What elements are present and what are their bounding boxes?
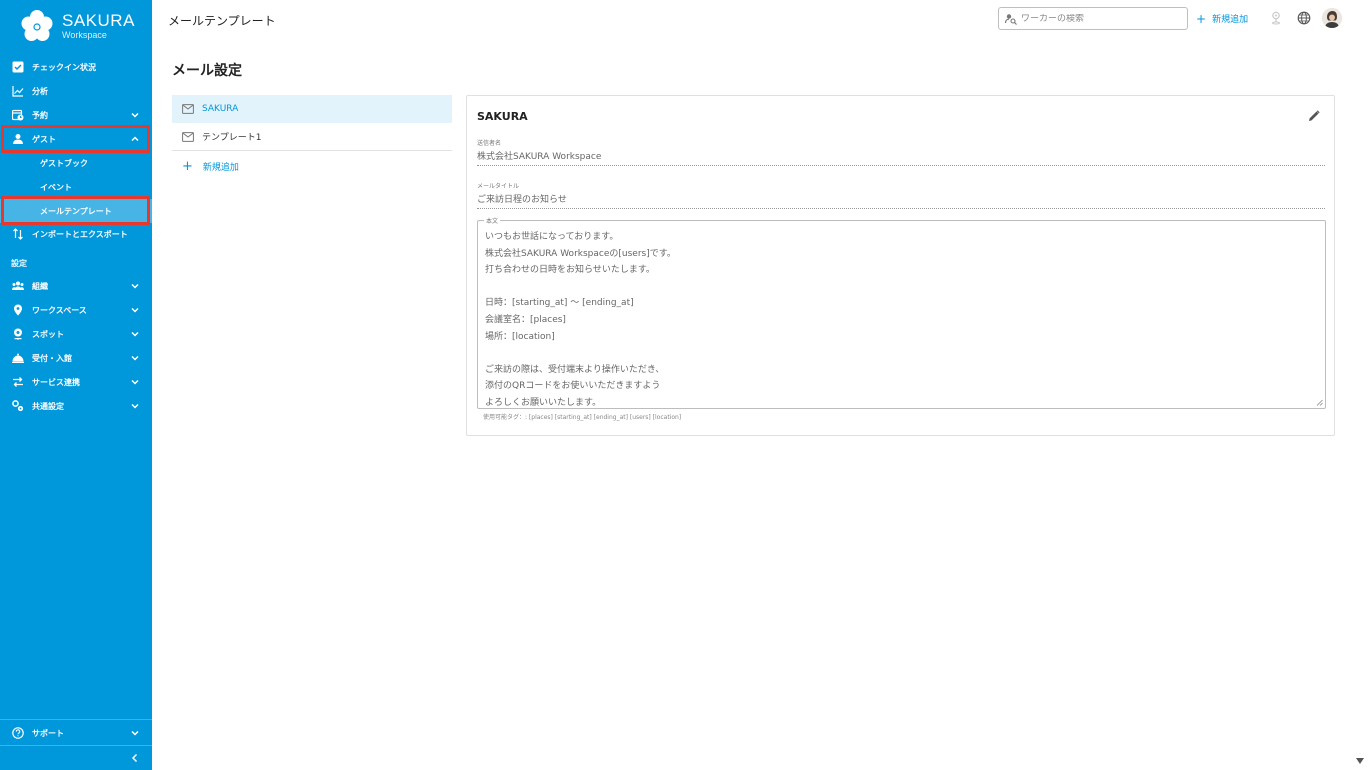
- sender-name-label: 送信者名: [477, 140, 502, 147]
- sidebar-item-reservations[interactable]: 予約: [0, 103, 152, 127]
- sidebar: SAKURA Workspace チェックイン状況 分析 予約 ゲスト ゲストブ…: [0, 0, 152, 770]
- header-add-new-button[interactable]: + 新規追加: [1196, 11, 1249, 26]
- settings-section-label: 設定: [11, 259, 27, 268]
- sidebar-item-checkin-status[interactable]: チェックイン状況: [0, 55, 152, 79]
- sidebar-subitem-mail-template[interactable]: メールテンプレート: [0, 199, 152, 223]
- sidebar-item-label: 分析: [32, 86, 48, 96]
- sync-icon: [12, 376, 24, 388]
- template-detail-title: SAKURA: [477, 110, 528, 123]
- resize-handle-icon[interactable]: [1316, 399, 1323, 406]
- help-circle-icon: [12, 727, 24, 739]
- chevron-down-icon: [130, 377, 140, 387]
- mail-title-value: ご来訪日程のお知らせ: [477, 195, 567, 205]
- mail-body-text: いつもお世話になっております。 株式会社SAKURA Workspaceの[us…: [485, 232, 676, 408]
- template-item-label: SAKURA: [202, 103, 239, 114]
- edit-pencil-icon[interactable]: [1308, 110, 1320, 122]
- template-item-label: テンプレート1: [202, 133, 262, 143]
- sender-name-value: 株式会社SAKURA Workspace: [477, 152, 602, 162]
- scroll-down-arrow-icon[interactable]: [1356, 758, 1364, 764]
- available-tags-hint: 使用可能タグ：: [places] [starting_at] [ending_…: [483, 414, 682, 421]
- plus-icon: +: [182, 158, 193, 174]
- import-export-icon: [12, 228, 24, 240]
- sakura-flower-icon: [20, 9, 54, 43]
- sidebar-item-label: スポット: [32, 329, 64, 339]
- app-logo[interactable]: SAKURA Workspace: [0, 0, 152, 52]
- add-template-button[interactable]: + 新規追加: [172, 151, 452, 181]
- collapse-sidebar-chevron-left-icon[interactable]: [128, 750, 142, 764]
- sidebar-item-label: インポートとエクスポート: [32, 229, 128, 239]
- mail-title-field[interactable]: メールタイトル ご来訪日程のお知らせ: [477, 181, 1325, 209]
- sidebar-item-label: ワークスペース: [32, 305, 87, 315]
- sidebar-item-spot[interactable]: スポット: [0, 322, 152, 346]
- sidebar-item-label: チェックイン状況: [32, 62, 96, 72]
- gears-icon: [12, 400, 24, 412]
- sidebar-item-reception[interactable]: 受付・入館: [0, 346, 152, 370]
- mail-body-textarea[interactable]: 本文 いつもお世話になっております。 株式会社SAKURA Workspaceの…: [477, 216, 1326, 409]
- template-detail-card: SAKURA 送信者名 株式会社SAKURA Workspace メールタイトル…: [466, 95, 1335, 436]
- mail-title-label: メールタイトル: [477, 183, 520, 190]
- people-icon: [12, 280, 24, 292]
- chevron-up-icon: [130, 134, 140, 144]
- top-header: メールテンプレート + 新規追加: [152, 0, 1368, 40]
- sidebar-item-label: 組織: [32, 281, 48, 291]
- header-title: メールテンプレート: [168, 14, 276, 28]
- mail-icon: [182, 103, 194, 114]
- person-icon: [12, 133, 24, 145]
- sender-name-field[interactable]: 送信者名 株式会社SAKURA Workspace: [477, 138, 1325, 166]
- brand-name: SAKURA: [62, 11, 135, 30]
- person-pin-icon: [12, 328, 24, 340]
- chevron-down-icon: [130, 728, 140, 738]
- chevron-down-icon: [130, 110, 140, 120]
- add-template-label: 新規追加: [202, 162, 239, 173]
- sidebar-subitem-event[interactable]: イベント: [0, 175, 152, 199]
- sidebar-item-label: 予約: [32, 110, 48, 120]
- sidebar-item-guest[interactable]: ゲスト: [0, 127, 152, 151]
- sidebar-item-organization[interactable]: 組織: [0, 274, 152, 298]
- template-item-sakura[interactable]: SAKURA: [172, 95, 452, 123]
- location-person-icon[interactable]: [1269, 11, 1283, 25]
- chevron-down-icon: [130, 353, 140, 363]
- header-add-new-label: 新規追加: [1212, 15, 1249, 25]
- sidebar-item-common-settings[interactable]: 共通設定: [0, 394, 152, 418]
- sidebar-item-label: 受付・入館: [32, 353, 72, 363]
- worker-search-input[interactable]: [1021, 13, 1171, 24]
- location-pin-icon: [12, 304, 24, 316]
- template-list: SAKURA テンプレート1 + 新規追加: [172, 95, 452, 181]
- chevron-down-icon: [130, 329, 140, 339]
- checkbox-icon: [12, 61, 24, 73]
- sidebar-subitem-guestbook[interactable]: ゲストブック: [0, 151, 152, 175]
- chart-line-icon: [12, 85, 24, 97]
- globe-icon[interactable]: [1297, 11, 1311, 25]
- page-title: メール設定: [172, 63, 242, 79]
- worker-search-box[interactable]: [998, 7, 1188, 30]
- mail-body-label: 本文: [484, 216, 501, 225]
- user-avatar[interactable]: [1322, 8, 1342, 28]
- sidebar-item-label: ゲスト: [32, 134, 56, 144]
- person-search-icon: [1005, 13, 1017, 25]
- sidebar-item-label: サービス連携: [32, 377, 80, 387]
- sidebar-item-analytics[interactable]: 分析: [0, 79, 152, 103]
- chevron-down-icon: [130, 401, 140, 411]
- sidebar-item-service-integration[interactable]: サービス連携: [0, 370, 152, 394]
- calendar-clock-icon: [12, 109, 24, 121]
- sidebar-item-label: 共通設定: [32, 401, 64, 411]
- sidebar-item-workspace[interactable]: ワークスペース: [0, 298, 152, 322]
- brand-subtitle: Workspace: [62, 30, 107, 40]
- sidebar-item-support[interactable]: サポート: [0, 721, 152, 745]
- sidebar-item-label: サポート: [32, 728, 64, 738]
- chevron-down-icon: [130, 305, 140, 315]
- bell-icon: [12, 352, 24, 364]
- plus-icon: +: [1196, 11, 1207, 26]
- mail-icon: [182, 131, 194, 142]
- sidebar-divider: [0, 745, 152, 746]
- template-item-template1[interactable]: テンプレート1: [172, 123, 452, 151]
- chevron-down-icon: [130, 281, 140, 291]
- sidebar-divider: [0, 719, 152, 720]
- sidebar-item-import-export[interactable]: インポートとエクスポート: [0, 222, 152, 246]
